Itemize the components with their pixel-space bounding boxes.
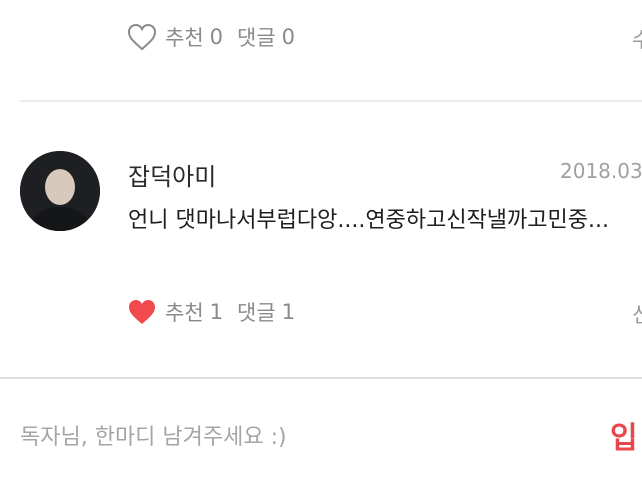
like-count: 0 <box>209 25 224 49</box>
comment-date: 2018.03 <box>560 159 642 183</box>
cut-action[interactable]: 신 <box>632 299 642 329</box>
avatar-image <box>20 151 100 231</box>
comment-actions-top: 추천 0 댓글 0 <box>127 22 295 52</box>
divider <box>20 100 642 102</box>
comment-input[interactable]: 독자님, 한마디 남겨주세요 :) <box>20 419 287 451</box>
comment-input-bar: 독자님, 한마디 남겨주세요 :) 입 <box>0 377 642 483</box>
comment-body: 언니 댓마나서부럽다앙....연중하고신작낼까고민중... <box>128 208 609 233</box>
reply-label[interactable]: 댓글 <box>237 22 276 52</box>
comment-author[interactable]: 잡덕아미 <box>128 157 216 192</box>
avatar[interactable] <box>20 151 100 231</box>
cut-action-top[interactable]: 수 <box>632 24 642 54</box>
reply-count: 1 <box>281 300 296 324</box>
heart-filled-icon[interactable] <box>127 298 157 326</box>
like-label[interactable]: 추천 <box>165 22 204 52</box>
like-label[interactable]: 추천 <box>165 297 204 327</box>
comment-actions: 추천 1 댓글 1 <box>127 297 295 327</box>
like-count: 1 <box>209 300 224 324</box>
reply-count: 0 <box>281 25 296 49</box>
heart-outline-icon[interactable] <box>127 23 157 51</box>
submit-button[interactable]: 입 <box>610 413 638 457</box>
reply-label[interactable]: 댓글 <box>237 297 276 327</box>
